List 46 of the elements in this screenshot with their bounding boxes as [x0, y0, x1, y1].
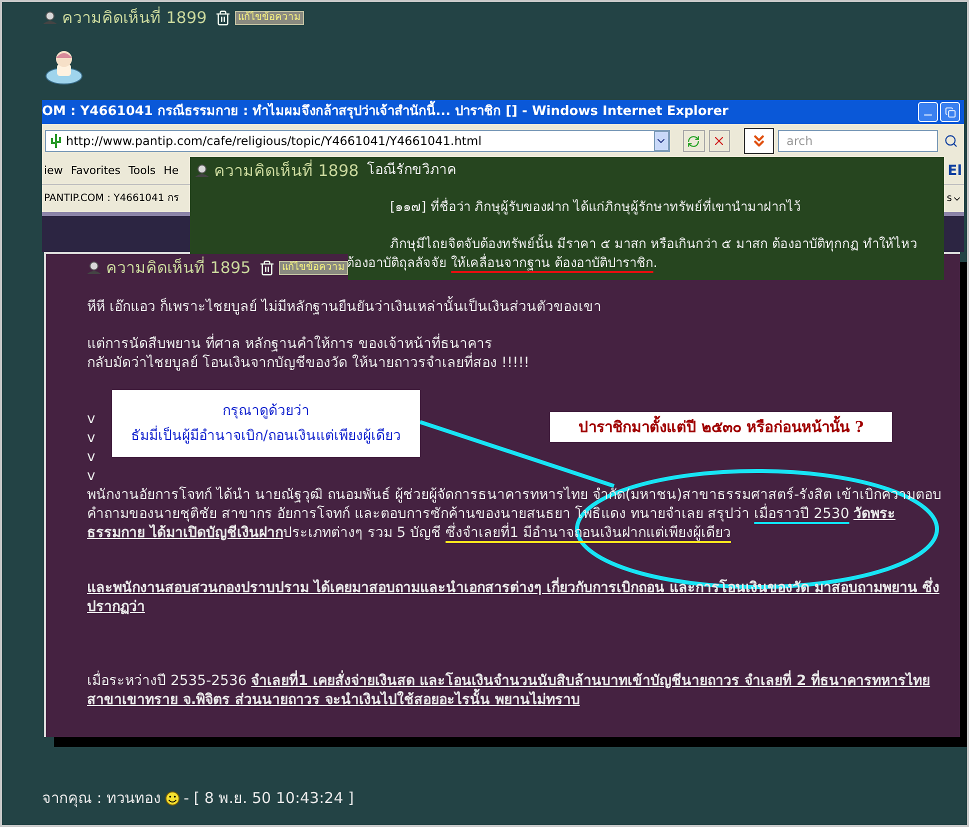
dropdown-button[interactable]	[654, 131, 670, 151]
menu-item[interactable]: iew	[44, 162, 63, 180]
note-callout: กรุณาดูด้วยว่า ธัมมี่เป็นผู้มีอำนาจเบิก/ถอนเงินแต่เพียงผู้เดียว	[112, 390, 420, 457]
cactus-icon	[50, 133, 62, 149]
smiley-icon	[164, 790, 180, 806]
user-icon	[194, 164, 210, 178]
search-icon	[944, 134, 958, 148]
restore-button[interactable]	[940, 102, 960, 122]
minimize-button[interactable]	[918, 102, 938, 122]
tab-menu[interactable]: s	[946, 191, 962, 206]
comment-text: เมื่อระหว่างปี 2535-2536 จำเลยที่1 เคยสั่งจ่ายเงินสด และโอนเงินจำนวนนับสิบล้านบาทเข้าบัญชีนายถาวร จำเลยที่ 2 ที่ธนาคารทหารไทย สาขาเขาทราย จ.พิจิตร ส่วนนายถาวร จะนำเงินไปใช้สอยอะไรนั้น พยานไม่ทราบ	[87, 672, 944, 710]
chevron-icon	[744, 128, 774, 154]
comment-text: v	[87, 467, 96, 486]
quoted-text: ภิกษุมีไถยจิตจับต้องทรัพย์นั้น มีราคา ๕ มาสก หรือเกินกว่า ๕ มาสก ต้องอาบัติทุกกฏ ทำให้ไหว ต้องอาบัติถุลลัจจัย ให้เคลื่อนจากฐาน ต้องอาบัติปาราชิก.	[346, 235, 938, 273]
address-text: http://www.pantip.com/cafe/religious/topic/Y4661041/Y4661041.html	[66, 133, 482, 150]
comment-text: หีหี เอ๊กแอว ก็เพราะไชยบูลย์ ไม่มีหลักฐานยืนยันว่าเงินเหล่านั้นเป็นเงินส่วนตัวของเขา	[87, 298, 602, 317]
timestamp: - [ 8 พ.ย. 50 10:43:24 ]	[184, 788, 354, 809]
window-title: OM : Y4661041 กรณีธรรมกาย : ทำไมผมจึงกล้าสรุปว่าเจ้าสำนักนี้... ปาราชิก [] - Windows Internet Explorer	[42, 102, 728, 122]
comment-number: ความคิดเห็นที่ 1898	[214, 161, 359, 180]
comment-text: กลับมัดว่าไชยบูลย์ โอนเงินจากบัญชีของวัด ให้นายถาวรจำเลยที่สอง !!!!!	[87, 354, 530, 373]
comment-text: แต่การนัดสืบพยาน ที่ศาล หลักฐานคำให้การ ของเจ้าหน้าที่ธนาคาร	[87, 335, 492, 354]
menu-item[interactable]: He	[164, 162, 179, 180]
comment-number: ความคิดเห็นที่ 1895	[106, 258, 251, 277]
question-callout: ปาราชิกมาตั้งแต่ปี ๒๕๓๐ หรือก่อนหน้านั้น ?	[550, 412, 892, 442]
refresh-button[interactable]	[683, 130, 705, 152]
quoted-text: [๑๑๗] ที่ชื่อว่า ภิกษุผู้รับของฝาก ได้แก่ภิกษุผู้รักษาทรัพย์ที่เขานำมาฝากไว้	[390, 198, 801, 217]
trash-icon[interactable]	[214, 10, 231, 26]
trash-icon[interactable]	[258, 260, 275, 276]
menu-item[interactable]: Favorites	[70, 162, 121, 180]
user-icon	[42, 11, 58, 25]
author-name: จากคุณ : ทวนทอง	[42, 788, 161, 810]
user-icon	[86, 260, 102, 274]
child-in-tub-drawing	[44, 48, 84, 86]
restore-icon	[944, 106, 956, 118]
comment-number: ความคิดเห็นที่ 1899	[62, 6, 207, 29]
author-name: โอณีรักขวิภาค	[366, 161, 456, 180]
stop-button[interactable]	[708, 130, 730, 152]
comment-text: v	[87, 410, 96, 429]
search-field[interactable]: arch	[778, 130, 938, 152]
browser-tab[interactable]: PANTIP.COM : Y4661041 กร	[44, 191, 178, 206]
address-field[interactable]: http://www.pantip.com/cafe/religious/topic/Y4661041/Y4661041.html	[45, 130, 670, 152]
refresh-icon	[687, 134, 700, 148]
comment-text: v	[87, 448, 96, 467]
comment-text: v	[87, 429, 96, 448]
menu-item[interactable]: Tools	[128, 162, 156, 180]
menu-item[interactable]: El	[948, 160, 962, 182]
